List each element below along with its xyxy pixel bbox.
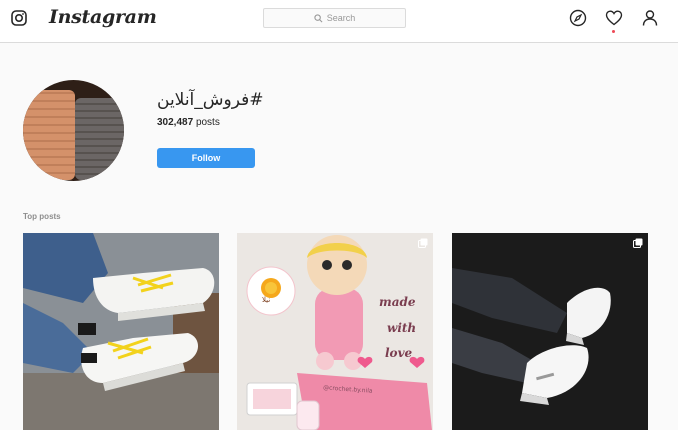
post-tile-3[interactable] xyxy=(452,233,648,430)
overlay-text-love: love xyxy=(385,346,413,360)
search-input[interactable]: Search xyxy=(263,8,406,28)
search-icon xyxy=(314,13,323,22)
posts-count-label: posts xyxy=(195,117,220,128)
follow-button[interactable]: Follow xyxy=(157,148,255,168)
overlay-text-made: made xyxy=(379,295,416,309)
post-image-sneakers-dark xyxy=(452,233,648,430)
posts-count: 302,487 posts xyxy=(157,117,220,128)
profile-icon[interactable] xyxy=(641,9,659,27)
instagram-glyph-icon[interactable] xyxy=(11,10,27,26)
post-tile-1[interactable] xyxy=(23,233,219,430)
multiple-photos-icon xyxy=(633,238,643,248)
top-nav: Instagram Search xyxy=(0,0,678,43)
page-title: #فروش_آنلاین xyxy=(157,90,264,110)
compass-icon[interactable] xyxy=(569,9,587,27)
search-placeholder: Search xyxy=(326,13,356,23)
overlay-badge-text: نیلا xyxy=(262,296,271,304)
overlay-text-with: with xyxy=(387,321,417,335)
avatar-towel-peach xyxy=(23,90,75,180)
avatar-towel-grey xyxy=(75,98,124,180)
heart-icon[interactable] xyxy=(605,9,623,27)
post-image-sneakers-yellow xyxy=(23,233,219,430)
posts-count-value: 302,487 xyxy=(157,117,194,128)
hashtag-avatar xyxy=(23,80,124,181)
instagram-wordmark[interactable]: Instagram xyxy=(49,6,157,28)
notification-dot xyxy=(612,30,615,33)
multiple-photos-icon xyxy=(418,238,428,248)
top-posts-label: Top posts xyxy=(23,212,61,221)
post-tile-2[interactable]: نیلا made with love @crochet.by.nila xyxy=(237,233,433,430)
